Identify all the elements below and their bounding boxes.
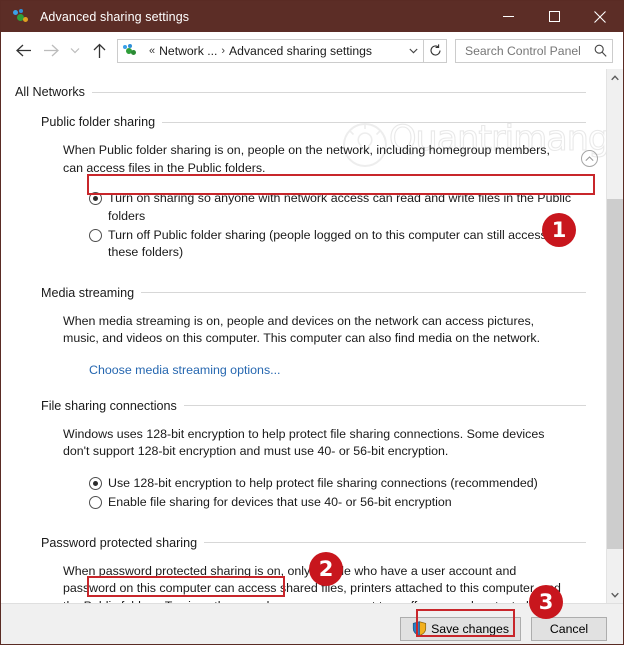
radio-public-sharing-off[interactable]: Turn off Public folder sharing (people l… (89, 227, 566, 262)
minimize-button[interactable] (485, 1, 531, 32)
radio-128bit-encryption[interactable]: Use 128-bit encryption to help protect f… (89, 475, 576, 492)
title-bar: Advanced sharing settings (1, 1, 623, 32)
network-icon (13, 8, 33, 25)
all-networks-label: All Networks (15, 85, 85, 99)
chevron-down-icon[interactable] (404, 48, 423, 54)
public-folder-sharing-description: When Public folder sharing is on, people… (63, 143, 550, 175)
radio-indicator[interactable] (89, 496, 102, 510)
header-rule (91, 91, 586, 93)
header-rule (183, 405, 586, 407)
radio-label: Turn off Public folder sharing (people l… (108, 227, 547, 260)
content-area: Quantrimang All Networks Public folder s… (1, 69, 623, 603)
annotation-badge-3: 3 (529, 585, 563, 619)
radio-indicator[interactable] (89, 477, 102, 491)
file-sharing-connections-description: Windows uses 128-bit encryption to help … (63, 426, 545, 459)
group-header-all-networks: All Networks (15, 85, 586, 99)
cancel-label: Cancel (549, 621, 589, 636)
forward-arrow-icon (37, 37, 65, 65)
radio-label: Enable file sharing for devices that use… (108, 495, 452, 510)
search-placeholder: Search Control Panel (465, 43, 581, 58)
section-heading-media-streaming: Media streaming (41, 286, 586, 300)
section-title: File sharing connections (41, 398, 177, 413)
section-title: Public folder sharing (41, 115, 156, 129)
radio-40-56bit-encryption[interactable]: Enable file sharing for devices that use… (89, 494, 576, 511)
breadcrumb-leading-separator: « (149, 44, 156, 57)
section-heading-password-protected-sharing: Password protected sharing (41, 536, 586, 550)
cancel-button[interactable]: Cancel (531, 616, 607, 641)
breadcrumb-advanced-sharing-settings[interactable]: Advanced sharing settings (229, 44, 372, 58)
close-button[interactable] (577, 1, 623, 32)
address-toolbar: « Network ... › Advanced sharing setting… (1, 32, 623, 69)
radio-label: Use 128-bit encryption to help protect f… (108, 476, 538, 491)
settings-scroll-region: Quantrimang All Networks Public folder s… (1, 69, 606, 603)
section-title: Media streaming (41, 285, 135, 300)
scroll-up-arrow-icon[interactable] (607, 69, 623, 86)
section-heading-file-sharing-connections: File sharing connections (41, 399, 586, 413)
radio-indicator[interactable] (89, 228, 102, 242)
annotation-badge-2: 2 (309, 552, 343, 586)
vertical-scrollbar[interactable] (606, 69, 623, 603)
search-input[interactable]: Search Control Panel (455, 38, 613, 63)
search-icon[interactable] (588, 44, 612, 57)
address-bar[interactable]: « Network ... › Advanced sharing setting… (117, 38, 424, 63)
radio-public-sharing-on[interactable]: Turn on sharing so anyone with network a… (89, 190, 576, 225)
section-title: Password protected sharing (41, 535, 198, 550)
section-heading-public-folder-sharing: Public folder sharing (41, 115, 586, 129)
choose-media-streaming-options-link[interactable]: Choose media streaming options... (89, 363, 606, 377)
window-controls (485, 1, 623, 32)
refresh-icon[interactable] (424, 38, 447, 63)
advanced-sharing-settings-window: Advanced sharing settings « Network ... … (0, 0, 624, 645)
header-rule (204, 542, 586, 544)
scrollbar-thumb[interactable] (607, 199, 623, 549)
uac-shield-icon (413, 621, 427, 636)
collapse-chevron-icon[interactable] (581, 150, 598, 167)
back-arrow-icon[interactable] (9, 37, 37, 65)
maximize-button[interactable] (531, 1, 577, 32)
radio-label: Turn on sharing so anyone with network a… (108, 191, 572, 223)
up-arrow-icon[interactable] (85, 37, 113, 65)
save-changes-label: Save changes (431, 621, 509, 636)
breadcrumb-network[interactable]: Network ... (159, 44, 217, 58)
annotation-badge-1: 1 (542, 213, 576, 247)
save-changes-button[interactable]: Save changes (400, 616, 521, 641)
radio-indicator[interactable] (89, 192, 102, 206)
header-rule (162, 121, 586, 123)
header-rule (141, 292, 586, 294)
scroll-down-arrow-icon[interactable] (607, 586, 623, 603)
recent-locations-chevron-icon[interactable] (65, 37, 85, 65)
breadcrumb-separator: › (221, 44, 226, 57)
window-title: Advanced sharing settings (40, 9, 190, 24)
media-streaming-description: When media streaming is on, people and d… (63, 313, 541, 346)
network-icon (123, 43, 141, 58)
